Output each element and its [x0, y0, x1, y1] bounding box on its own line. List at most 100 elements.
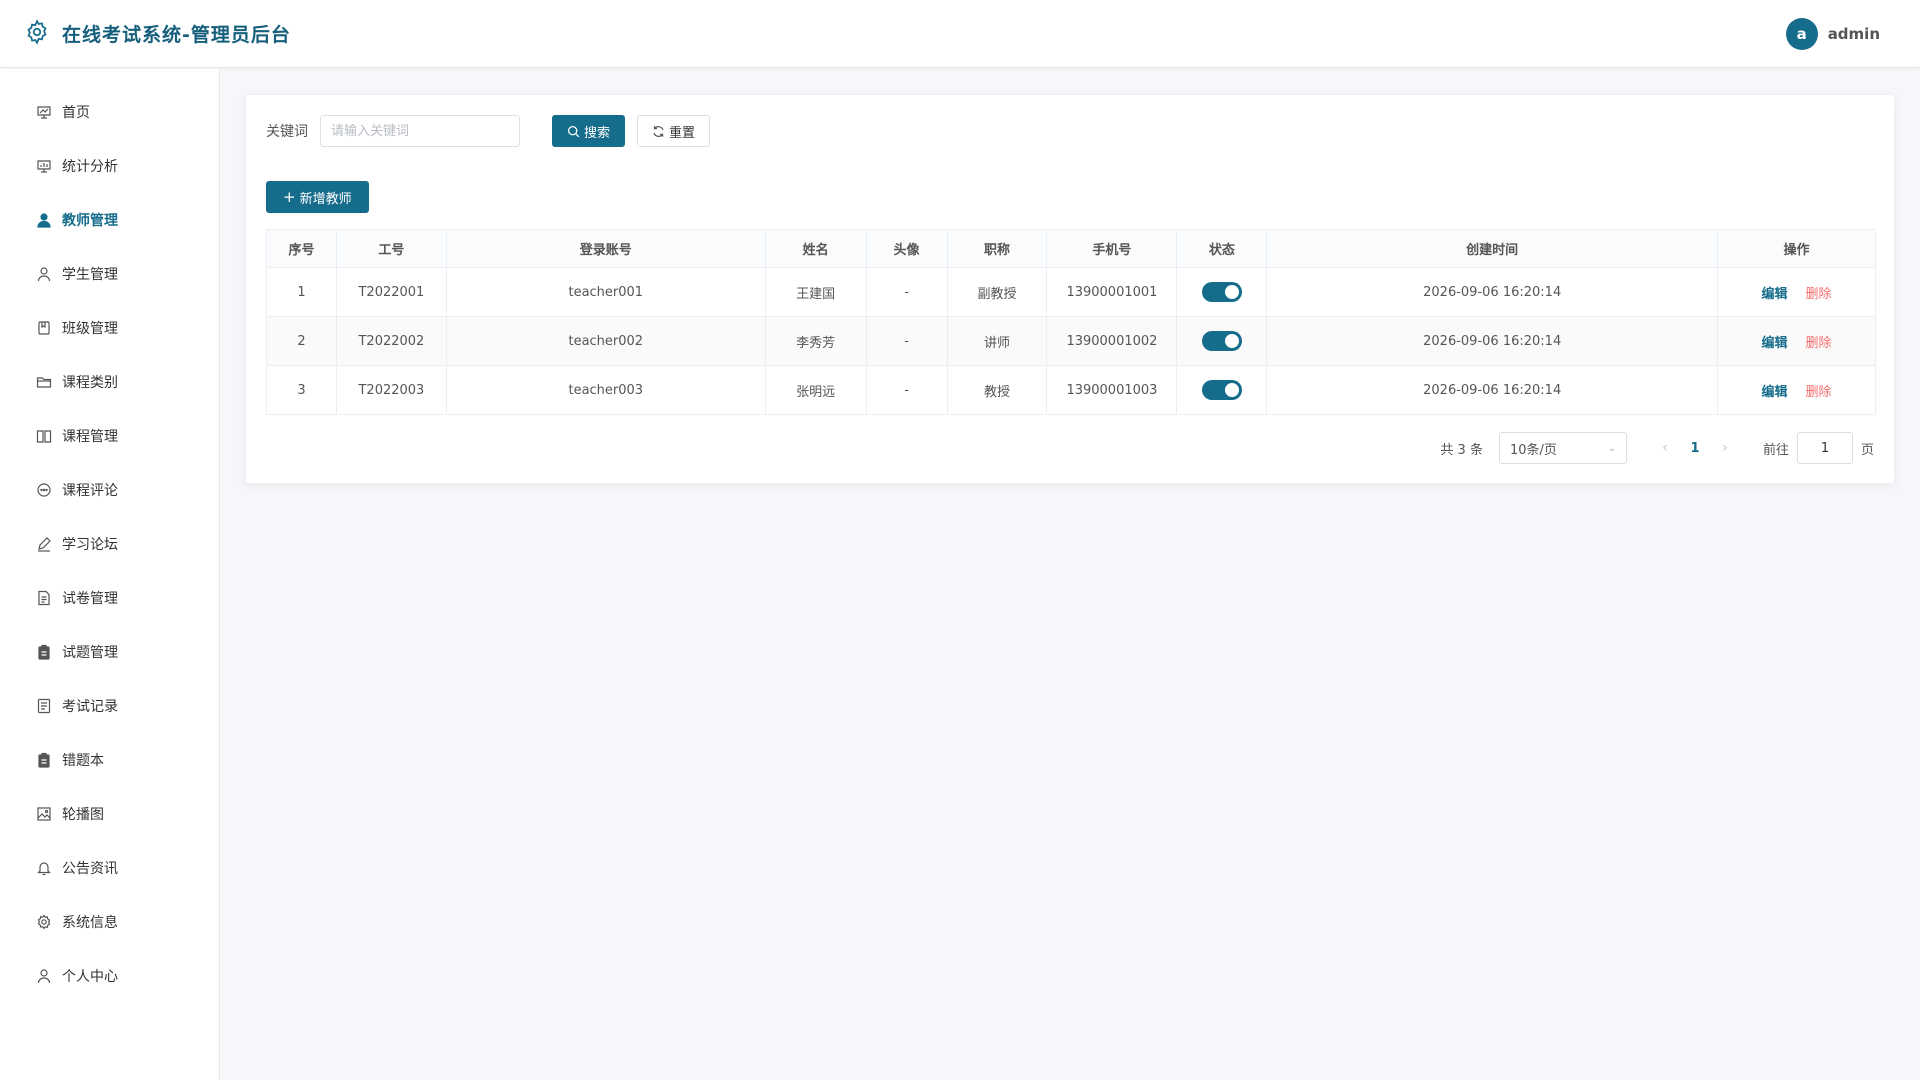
status-toggle[interactable]	[1201, 282, 1242, 302]
login-account: teacher002	[445, 316, 766, 366]
sidebar-item[interactable]: 课程评论	[0, 463, 219, 517]
login-account: teacher003	[445, 365, 766, 415]
sidebar-item-label: 系统信息	[62, 915, 118, 931]
clipboard-icon	[36, 752, 52, 768]
toggle-knob	[1224, 285, 1239, 299]
actions-cell: 编辑 删除	[1717, 365, 1876, 415]
column-header: 工号	[335, 229, 447, 268]
sidebar-item[interactable]: 错题本	[0, 733, 219, 787]
user-icon	[36, 266, 52, 282]
top-header: 在线考试系统-管理员后台 a admin	[0, 0, 1920, 68]
row-number: 3	[266, 365, 337, 415]
toggle-knob	[1224, 383, 1239, 397]
sidebar-item-label: 公告资讯	[62, 861, 118, 877]
sidebar-item[interactable]: 试卷管理	[0, 571, 219, 625]
sidebar-item[interactable]: 个人中心	[0, 949, 219, 1003]
chevron-down-icon: ⌄	[1607, 442, 1616, 454]
page-number-current[interactable]: 1	[1679, 441, 1711, 456]
actions-cell: 编辑 删除	[1717, 316, 1876, 366]
keyword-input[interactable]	[320, 115, 520, 147]
sidebar-item[interactable]: 课程类别	[0, 355, 219, 409]
row-number: 2	[266, 316, 337, 366]
job-title: 教授	[946, 365, 1047, 415]
search-button[interactable]: 搜索	[552, 115, 626, 147]
prev-page-icon[interactable]: ‹	[1651, 440, 1679, 456]
goto-page-input[interactable]	[1796, 432, 1853, 464]
user-icon	[36, 968, 52, 984]
delete-button[interactable]: 删除	[1806, 287, 1832, 302]
job-id: T2022001	[335, 267, 447, 317]
edit-button[interactable]: 编辑	[1761, 336, 1787, 351]
sidebar-item[interactable]: 公告资讯	[0, 841, 219, 895]
edit-button[interactable]: 编辑	[1761, 287, 1787, 302]
status-cell	[1176, 267, 1267, 317]
keyword-label: 关键词	[266, 124, 308, 140]
sidebar-item[interactable]: 统计分析	[0, 139, 219, 193]
clipboard-icon	[36, 644, 52, 660]
reset-button[interactable]: 重置	[637, 115, 711, 147]
column-header: 头像	[865, 229, 948, 268]
page-suffix: 页	[1860, 442, 1874, 458]
job-title: 副教授	[946, 267, 1047, 317]
next-page-icon[interactable]: ›	[1711, 440, 1739, 456]
book-icon	[36, 428, 52, 444]
page-size-select[interactable]: 10条/页 ⌄	[1498, 432, 1627, 464]
job-title: 讲师	[946, 316, 1047, 366]
column-header: 创建时间	[1266, 229, 1719, 268]
teacher-name: 李秀芳	[764, 316, 867, 366]
row-number: 1	[266, 267, 337, 317]
table-header: 序号 工号 登录账号 姓名 头像 职称 手机号 状态 创建时间 操作	[266, 229, 1876, 268]
phone-number: 13900001002	[1046, 316, 1177, 366]
search-button-label: 搜索	[584, 125, 611, 141]
sidebar-item-label: 轮播图	[62, 807, 104, 823]
created-time: 2026-09-06 16:20:14	[1266, 316, 1718, 366]
avatar-cell: -	[865, 316, 948, 366]
sidebar-item[interactable]: 学生管理	[0, 247, 219, 301]
pen-icon	[36, 536, 52, 552]
sidebar-item-label: 首页	[62, 105, 90, 121]
sidebar-item[interactable]: 教师管理	[0, 193, 219, 247]
sidebar-item[interactable]: 考试记录	[0, 679, 219, 733]
phone-number: 13900001001	[1046, 267, 1177, 317]
edit-button[interactable]: 编辑	[1761, 385, 1787, 400]
login-account: teacher001	[445, 267, 766, 317]
sidebar-item[interactable]: 试题管理	[0, 625, 219, 679]
sidebar-item-label: 课程管理	[62, 429, 118, 445]
created-time: 2026-09-06 16:20:14	[1266, 267, 1718, 317]
table-row: 2 T2022002 teacher002 李秀芳 - 讲师 13900001002 2026…	[266, 316, 1876, 366]
username[interactable]: admin	[1828, 25, 1880, 43]
sidebar: 首页统计分析教师管理学生管理班级管理课程类别课程管理课程评论学习论坛试卷管理 试题…	[0, 69, 220, 1080]
sidebar-item[interactable]: 轮播图	[0, 787, 219, 841]
column-header: 登录账号	[445, 229, 766, 268]
sidebar-item[interactable]: 班级管理	[0, 301, 219, 355]
gear-icon	[24, 18, 50, 49]
status-toggle[interactable]	[1201, 380, 1242, 400]
sidebar-item[interactable]: 首页	[0, 85, 219, 139]
picture-icon	[36, 806, 52, 822]
sidebar-item-label: 课程评论	[62, 483, 118, 499]
total-count: 共 3 条	[1440, 442, 1483, 458]
sidebar-item-label: 统计分析	[62, 159, 118, 175]
sidebar-item-label: 班级管理	[62, 321, 118, 337]
actions-cell: 编辑 删除	[1717, 267, 1876, 317]
sidebar-item[interactable]: 系统信息	[0, 895, 219, 949]
user-menu[interactable]: a admin	[1785, 17, 1880, 50]
column-header: 手机号	[1046, 229, 1178, 268]
delete-button[interactable]: 删除	[1806, 336, 1832, 351]
sidebar-item-label: 学习论坛	[62, 537, 118, 553]
sidebar-item[interactable]: 课程管理	[0, 409, 219, 463]
brand: 在线考试系统-管理员后台	[24, 18, 291, 49]
delete-button[interactable]: 删除	[1806, 385, 1832, 400]
table-row: 3 T2022003 teacher003 张明远 - 教授 13900001003 2026…	[266, 365, 1876, 415]
search-icon	[567, 125, 580, 137]
avatar[interactable]: a	[1785, 17, 1818, 50]
sidebar-item[interactable]: 学习论坛	[0, 517, 219, 571]
column-header: 姓名	[764, 229, 867, 268]
job-id: T2022002	[335, 316, 447, 366]
add-teacher-button[interactable]: + 新增教师	[266, 181, 369, 213]
column-header: 序号	[266, 229, 337, 268]
app-title: 在线考试系统-管理员后台	[62, 24, 291, 46]
search-bar: 关键词 搜索 重置	[266, 115, 711, 147]
sidebar-item-label: 学生管理	[62, 267, 118, 283]
status-toggle[interactable]	[1201, 331, 1242, 351]
